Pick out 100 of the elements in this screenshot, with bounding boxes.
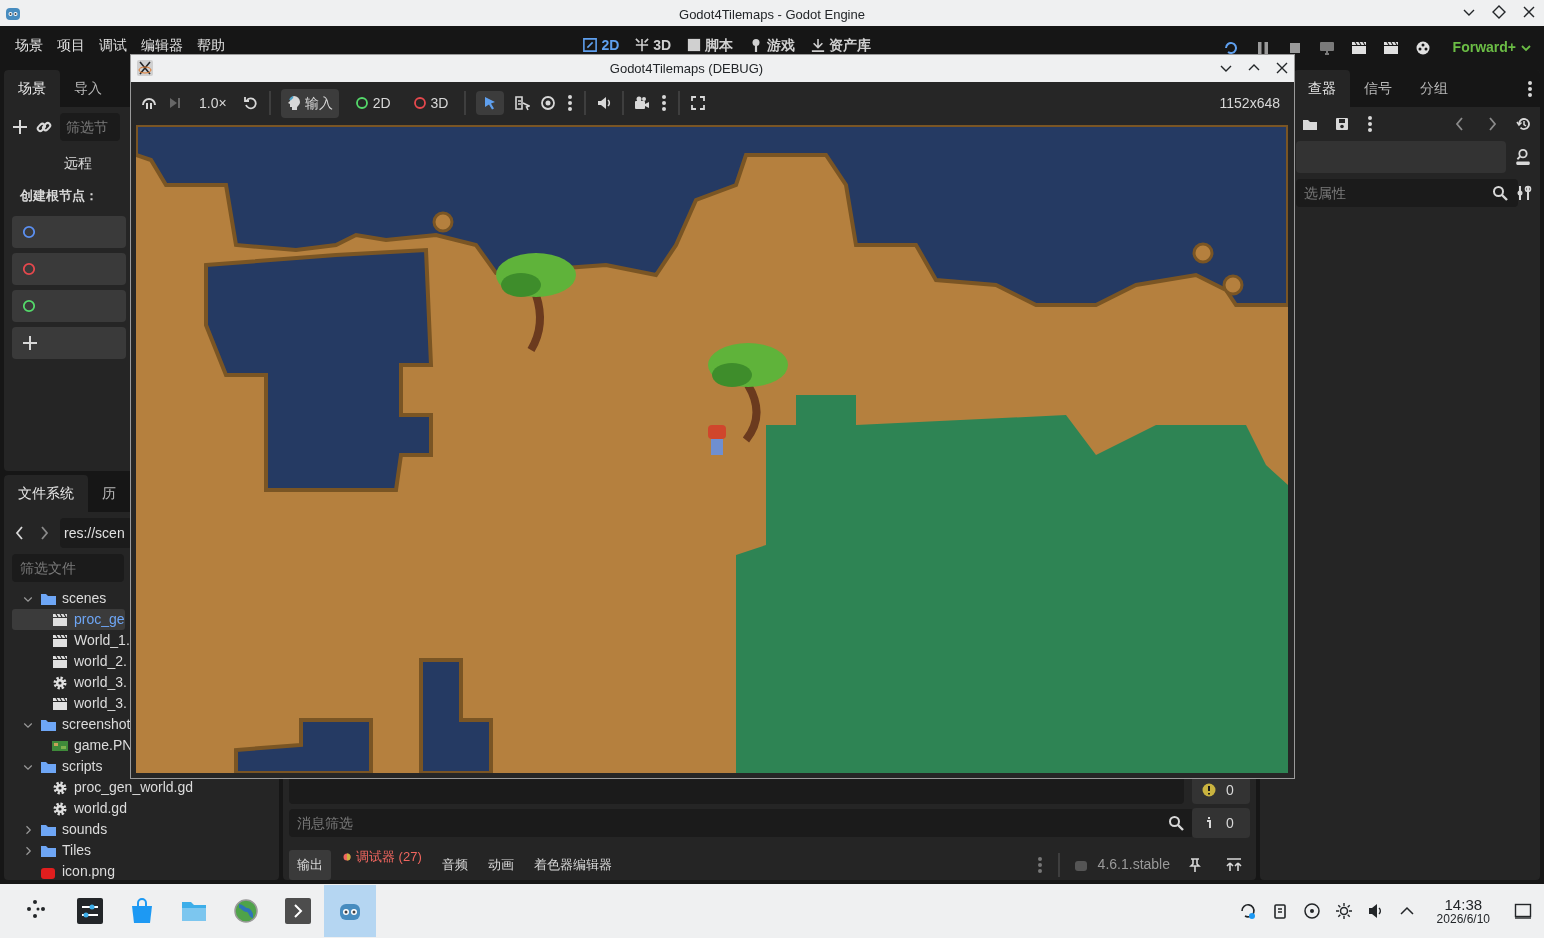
file-tree-item[interactable]: world.gd <box>12 798 127 819</box>
file-tree-item[interactable]: world_3. <box>12 672 127 693</box>
file-tree-item[interactable]: world_2. <box>12 651 127 672</box>
file-tree-item[interactable]: Tiles <box>12 840 92 861</box>
file-tree-item[interactable]: screenshot <box>12 714 131 735</box>
menu-item[interactable]: 调试 <box>92 37 134 53</box>
file-tree-item[interactable]: proc_gen_world.gd <box>12 777 194 798</box>
shopping-bag-icon[interactable] <box>129 898 155 924</box>
bottom-panel-tab[interactable]: 动画 <box>479 850 522 880</box>
speed-button[interactable]: 1.0× <box>193 88 233 118</box>
film-reel-icon[interactable] <box>1414 39 1431 56</box>
disc-icon[interactable] <box>1302 902 1321 920</box>
dock-tab[interactable]: 场景 <box>4 70 60 107</box>
maximize-icon[interactable] <box>1492 5 1506 19</box>
monitor-icon[interactable] <box>1318 39 1335 56</box>
workspace-tab[interactable]: 脚本 <box>679 37 742 53</box>
globe-icon[interactable] <box>233 898 259 924</box>
file-tree-item[interactable]: scenes <box>12 588 107 609</box>
bottom-panel-tab[interactable]: 着色器编辑器 <box>525 850 620 880</box>
workspace-tab[interactable]: 2D <box>575 37 628 53</box>
close-icon[interactable] <box>1522 5 1536 19</box>
filter-nodes-field[interactable]: 筛选节 <box>60 113 120 141</box>
file-tree-item[interactable]: World_1. <box>12 630 130 651</box>
file-tree-item[interactable]: scripts <box>12 756 103 777</box>
path-field[interactable]: res://scen <box>60 518 132 548</box>
reset-icon[interactable] <box>242 95 259 112</box>
menu-icon[interactable] <box>660 94 669 113</box>
update-icon[interactable] <box>1238 902 1257 920</box>
create-node-button[interactable] <box>12 289 126 322</box>
bottom-panel-tab[interactable]: 调试器 (27) <box>335 842 430 872</box>
create-root-label: 创建根节点： <box>19 187 99 205</box>
create-node-button[interactable] <box>12 215 126 248</box>
dock-tab[interactable]: 分组 <box>1406 70 1462 107</box>
remote-debug-icon[interactable] <box>141 95 157 112</box>
file-tree-item[interactable]: proc_ge <box>12 609 125 630</box>
close-icon[interactable] <box>1276 62 1288 75</box>
resolution-label: 1152x648 <box>1219 93 1280 113</box>
expand-icon[interactable] <box>1226 857 1242 872</box>
menu-item[interactable]: 项目 <box>50 37 92 53</box>
workspace-tab[interactable]: 3D <box>627 37 680 53</box>
menu-item[interactable]: 编辑器 <box>134 37 190 53</box>
clock-date[interactable]: 2026/6/10 <box>1436 912 1490 926</box>
error-dot-icon <box>343 852 351 861</box>
menu-icon[interactable] <box>566 94 575 113</box>
menu-item[interactable]: 帮助 <box>190 37 232 53</box>
workspace-icon <box>583 38 598 52</box>
fullscreen-icon[interactable] <box>690 95 707 112</box>
file-tree-item[interactable]: world_3. <box>12 693 127 714</box>
clapperboard-icon[interactable] <box>1350 39 1367 56</box>
history-icon[interactable] <box>1516 116 1532 132</box>
create-node-button[interactable] <box>12 326 126 359</box>
clock-time[interactable]: 14:38 <box>1444 896 1483 913</box>
remote-debug-icon[interactable] <box>1222 39 1239 56</box>
window-title: Godot4Tilemaps (DEBUG) <box>609 59 764 78</box>
pin-icon[interactable] <box>1188 857 1202 872</box>
menu-icon[interactable] <box>1526 79 1534 98</box>
list-select-icon[interactable] <box>514 95 531 112</box>
message-filter-field[interactable]: 消息筛选 <box>289 809 1194 837</box>
workspace-icon <box>811 38 826 52</box>
file-tree-item[interactable]: sounds <box>12 819 108 840</box>
filter-properties-field[interactable]: 选属性 <box>1296 179 1518 207</box>
dock-tab[interactable]: 历 <box>88 475 130 512</box>
eye-icon[interactable] <box>540 95 557 112</box>
remote-button[interactable]: 远程 <box>64 153 92 174</box>
dock-tab[interactable]: 导入 <box>60 70 116 107</box>
dock-tab[interactable]: 文件系统 <box>4 475 88 512</box>
clapperboard-icon <box>52 632 68 649</box>
object-field[interactable] <box>1296 141 1506 173</box>
workspace-tab[interactable]: 资产库 <box>803 37 880 53</box>
create-node-button[interactable] <box>12 252 126 285</box>
clapperboard-icon[interactable] <box>1382 39 1399 56</box>
terminal-icon[interactable] <box>285 898 311 924</box>
menu-item[interactable]: 场景 <box>8 37 50 53</box>
input-toggle-button[interactable]: 输入 <box>280 88 339 118</box>
gear-icon <box>52 800 68 817</box>
gear-icon <box>52 674 68 691</box>
mode-button[interactable]: 2D <box>348 88 397 118</box>
file-tree-item[interactable]: icon.png <box>12 861 115 880</box>
bottom-panel-tab[interactable]: 音频 <box>433 850 476 880</box>
show-desktop-icon[interactable] <box>1514 902 1532 920</box>
workspace-tab[interactable]: 游戏 <box>741 37 804 53</box>
save-icon[interactable] <box>1334 116 1350 132</box>
doc-search-icon[interactable] <box>1514 148 1532 166</box>
camera-icon[interactable] <box>634 95 651 112</box>
workspace-icon <box>635 38 650 52</box>
filter-files-field[interactable]: 筛选文件 <box>12 554 124 582</box>
link-icon[interactable] <box>36 119 52 135</box>
speaker-icon[interactable] <box>596 95 613 112</box>
brightness-icon[interactable] <box>1334 902 1353 920</box>
menu-icon[interactable] <box>1366 115 1374 133</box>
mode-button[interactable]: 3D <box>406 88 455 118</box>
bottom-panel-tab[interactable]: 输出 <box>289 850 331 880</box>
renderer-dropdown[interactable]: Forward+ <box>1452 37 1532 58</box>
dock-tab[interactable]: 信号 <box>1350 70 1406 107</box>
settings-icon[interactable] <box>77 898 103 924</box>
info-filter-button[interactable]: 0 <box>1192 808 1250 838</box>
select-tool-button[interactable] <box>476 91 505 116</box>
add-node-icon[interactable] <box>12 119 28 135</box>
dock-tab[interactable]: 查器 <box>1294 70 1350 107</box>
tools-icon[interactable] <box>1516 185 1532 201</box>
